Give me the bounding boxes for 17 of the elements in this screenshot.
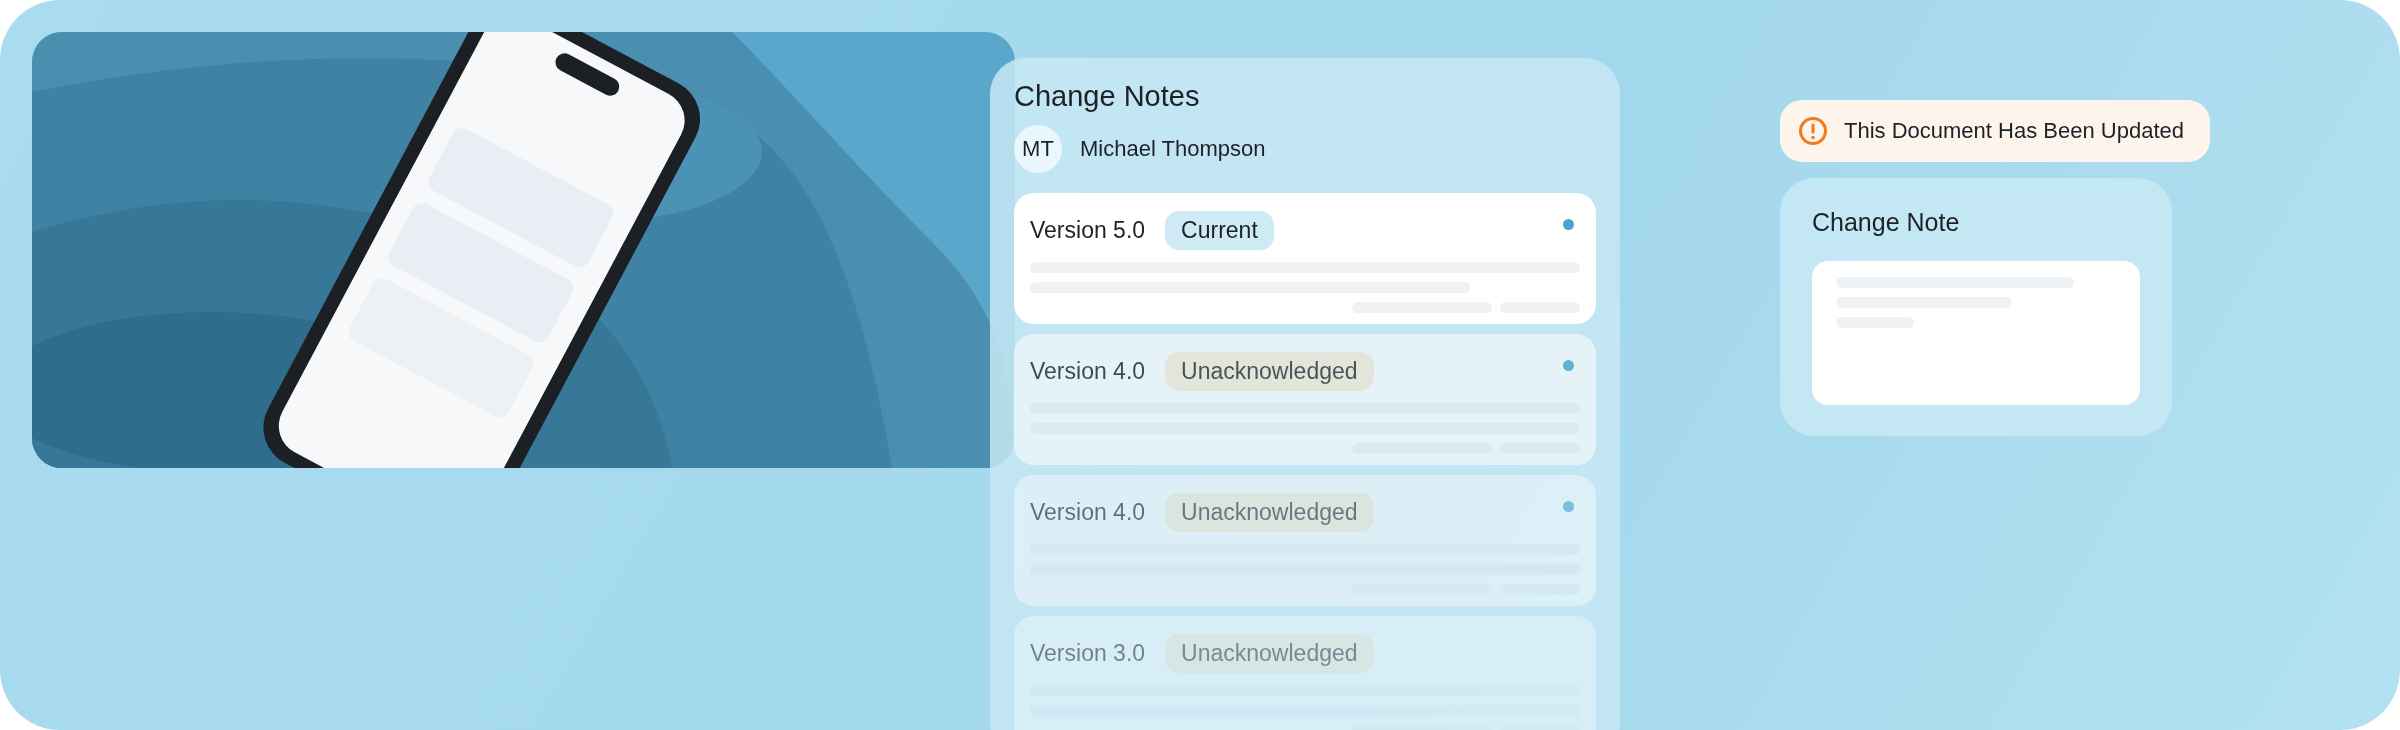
version-card[interactable]: Version 4.0 Unacknowledged (1014, 475, 1596, 606)
status-badge: Unacknowledged (1165, 352, 1374, 391)
status-badge: Unacknowledged (1165, 493, 1374, 532)
version-label: Version 5.0 (1030, 217, 1146, 244)
status-badge: Current (1165, 211, 1274, 250)
version-label: Version 3.0 (1030, 640, 1146, 667)
warning-icon (1798, 116, 1828, 146)
panel-title: Change Notes (1014, 80, 1201, 113)
version-card[interactable]: Version 4.0 Unacknowledged (1014, 334, 1596, 465)
panel-title: Change Note (1812, 208, 1961, 237)
user-avatar: MT (1014, 125, 1062, 173)
version-label: Version 4.0 (1030, 499, 1146, 526)
status-badge: Unacknowledged (1165, 634, 1374, 673)
version-label: Version 4.0 (1030, 358, 1146, 385)
alert-text: This Document Has Been Updated (1844, 118, 2184, 144)
user-name: Michael Thompson (1080, 136, 1266, 162)
version-card[interactable]: Version 5.0 Current (1014, 193, 1596, 324)
